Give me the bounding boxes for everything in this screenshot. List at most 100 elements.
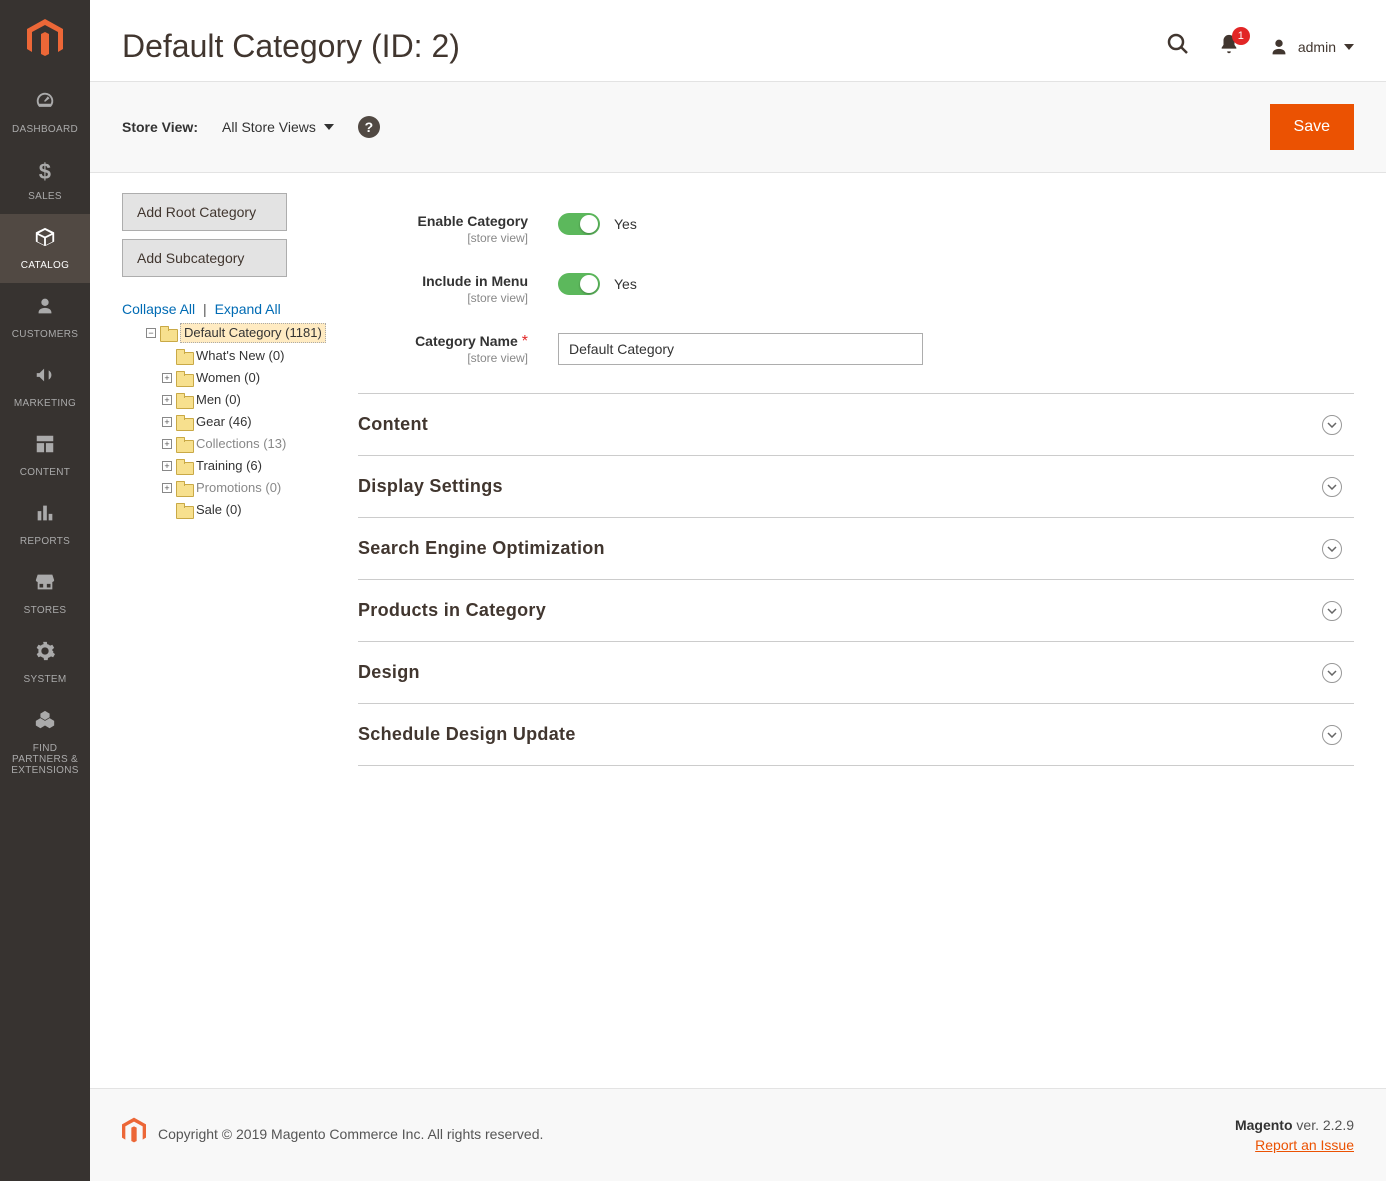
accordion-title: Display Settings — [358, 476, 503, 497]
footer-left: Copyright © 2019 Magento Commerce Inc. A… — [122, 1117, 543, 1150]
collapse-all-link[interactable]: Collapse All — [122, 301, 195, 317]
add-root-category-button[interactable]: Add Root Category — [122, 193, 287, 231]
folder-icon — [176, 437, 192, 451]
add-subcategory-button[interactable]: Add Subcategory — [122, 239, 287, 277]
nav-marketing[interactable]: MARKETING — [0, 352, 90, 421]
magento-version: ver. 2.2.9 — [1293, 1117, 1354, 1133]
accordion-title: Design — [358, 662, 420, 683]
layout-icon — [34, 433, 56, 461]
accordion-title: Search Engine Optimization — [358, 538, 605, 559]
tree-node-collections[interactable]: + Collections (13) — [122, 433, 358, 455]
tree-label[interactable]: Default Category (1181) — [180, 323, 326, 343]
accordion-schedule[interactable]: Schedule Design Update — [358, 704, 1354, 766]
tree-node-gear[interactable]: + Gear (46) — [122, 411, 358, 433]
main-area: Default Category (ID: 2) 1 admin Store V… — [90, 0, 1386, 1181]
folder-icon — [176, 481, 192, 495]
nav-sales[interactable]: $ SALES — [0, 147, 90, 214]
box-icon — [34, 226, 56, 254]
tree-expand-icon[interactable]: + — [162, 373, 172, 383]
folder-icon — [176, 459, 192, 473]
admin-user-menu[interactable]: admin — [1268, 36, 1354, 58]
nav-customers[interactable]: CUSTOMERS — [0, 283, 90, 352]
gear-icon — [34, 640, 56, 668]
chevron-down-icon — [1322, 601, 1342, 621]
field-scope: [store view] — [358, 291, 528, 305]
store-view-select[interactable]: All Store Views — [222, 119, 334, 135]
category-tree: − Default Category (1181) What's New (0)… — [122, 321, 358, 521]
tree-node-women[interactable]: + Women (0) — [122, 367, 358, 389]
expand-all-link[interactable]: Expand All — [215, 301, 281, 317]
sidebar-nav: DASHBOARD $ SALES CATALOG CUSTOMERS MARK… — [0, 0, 90, 1181]
tree-node-promotions[interactable]: + Promotions (0) — [122, 477, 358, 499]
notifications-icon[interactable]: 1 — [1218, 33, 1240, 61]
bar-chart-icon — [34, 502, 56, 530]
field-scope: [store view] — [358, 231, 528, 245]
field-scope: [store view] — [358, 351, 528, 365]
tree-label[interactable]: Women (0) — [196, 369, 260, 387]
folder-icon — [160, 326, 176, 340]
enable-category-toggle[interactable] — [558, 213, 600, 235]
tree-expand-icon[interactable]: + — [162, 461, 172, 471]
content-area: Add Root Category Add Subcategory Collap… — [90, 173, 1386, 1088]
tree-expand-icon[interactable]: + — [162, 483, 172, 493]
help-icon[interactable]: ? — [358, 116, 380, 138]
tree-expand-icon[interactable]: + — [162, 417, 172, 427]
tree-node-sale[interactable]: Sale (0) — [122, 499, 358, 521]
nav-label: CONTENT — [20, 467, 70, 478]
category-tree-panel: Add Root Category Add Subcategory Collap… — [90, 173, 358, 1088]
nav-label: SALES — [28, 191, 62, 202]
accordion-display-settings[interactable]: Display Settings — [358, 456, 1354, 518]
folder-icon — [176, 415, 192, 429]
accordion-seo[interactable]: Search Engine Optimization — [358, 518, 1354, 580]
tree-label[interactable]: Sale (0) — [196, 501, 242, 519]
nav-label: SYSTEM — [24, 674, 67, 685]
nav-partners[interactable]: FIND PARTNERS & EXTENSIONS — [0, 697, 90, 788]
nav-reports[interactable]: REPORTS — [0, 490, 90, 559]
accordion-content[interactable]: Content — [358, 394, 1354, 456]
nav-label: CATALOG — [21, 260, 69, 271]
tree-label[interactable]: Training (6) — [196, 457, 262, 475]
accordion-title: Products in Category — [358, 600, 546, 621]
report-issue-link[interactable]: Report an Issue — [1235, 1137, 1354, 1153]
chevron-down-icon — [1322, 725, 1342, 745]
store-view-value: All Store Views — [222, 119, 316, 135]
tree-label[interactable]: Collections (13) — [196, 435, 286, 453]
nav-content[interactable]: CONTENT — [0, 421, 90, 490]
tree-node-root[interactable]: − Default Category (1181) — [122, 321, 358, 345]
header-actions: 1 admin — [1166, 32, 1354, 62]
cubes-icon — [34, 709, 56, 737]
include-in-menu-toggle[interactable] — [558, 273, 600, 295]
tree-collapse-icon[interactable]: − — [146, 328, 156, 338]
tree-node-men[interactable]: + Men (0) — [122, 389, 358, 411]
tree-expand-icon[interactable]: + — [162, 395, 172, 405]
megaphone-icon — [34, 364, 56, 392]
field-label: Enable Category — [418, 213, 528, 229]
toggle-value: Yes — [614, 276, 637, 292]
nav-system[interactable]: SYSTEM — [0, 628, 90, 697]
accordion-products[interactable]: Products in Category — [358, 580, 1354, 642]
folder-icon — [176, 371, 192, 385]
nav-label: STORES — [24, 605, 67, 616]
tree-label[interactable]: What's New (0) — [196, 347, 284, 365]
nav-catalog[interactable]: CATALOG — [0, 214, 90, 283]
magento-logo[interactable] — [0, 0, 90, 78]
accordion-design[interactable]: Design — [358, 642, 1354, 704]
tree-label[interactable]: Men (0) — [196, 391, 241, 409]
nav-label: FIND PARTNERS & EXTENSIONS — [4, 743, 86, 776]
magento-logo-icon — [122, 1117, 146, 1150]
tree-label[interactable]: Promotions (0) — [196, 479, 281, 497]
tree-expand-icon[interactable]: + — [162, 439, 172, 449]
tree-node-whats-new[interactable]: What's New (0) — [122, 345, 358, 367]
nav-stores[interactable]: STORES — [0, 559, 90, 628]
store-icon — [34, 571, 56, 599]
nav-label: REPORTS — [20, 536, 70, 547]
tree-label[interactable]: Gear (46) — [196, 413, 252, 431]
gauge-icon — [34, 90, 56, 118]
folder-icon — [176, 393, 192, 407]
nav-dashboard[interactable]: DASHBOARD — [0, 78, 90, 147]
tree-node-training[interactable]: + Training (6) — [122, 455, 358, 477]
category-name-input[interactable] — [558, 333, 923, 365]
save-button[interactable]: Save — [1270, 104, 1354, 150]
page-header: Default Category (ID: 2) 1 admin — [90, 0, 1386, 81]
search-icon[interactable] — [1166, 32, 1190, 62]
